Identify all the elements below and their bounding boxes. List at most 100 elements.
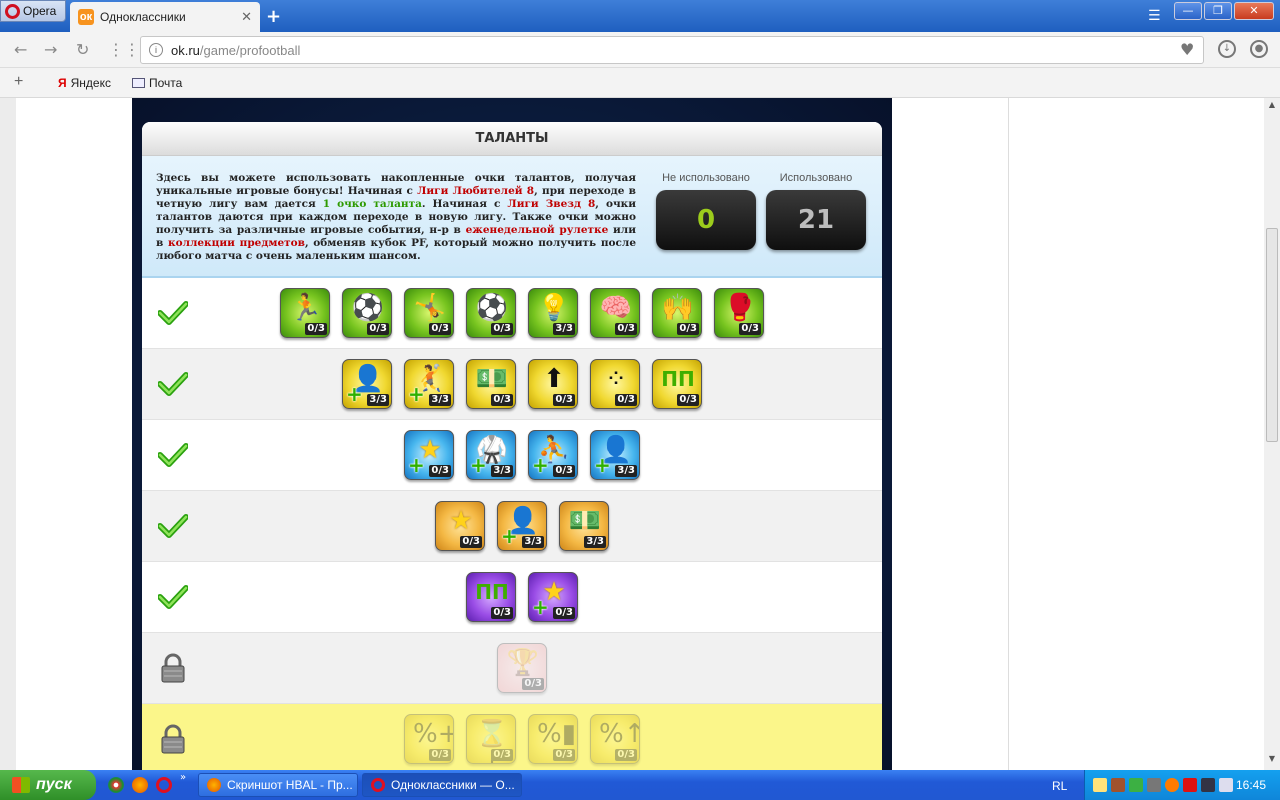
download-icon[interactable]: ↓ (1218, 40, 1236, 58)
sliding-player-plus-icon[interactable]: 🤾 +3/3 (404, 359, 454, 409)
forward-icon[interactable]: → (44, 40, 57, 59)
plus-badge-icon: + (594, 453, 611, 477)
checkmark-icon (158, 301, 188, 325)
athlete-icon[interactable]: 🙌 0/3 (652, 288, 702, 338)
talent-glyph: %+ (413, 719, 453, 749)
reload-icon[interactable]: ↻ (76, 40, 89, 59)
add-bookmark-icon[interactable]: + (14, 73, 23, 91)
quicklaunch-more-icon[interactable]: » (180, 772, 186, 783)
firefox-icon[interactable] (132, 777, 148, 793)
start-button[interactable]: пуск (0, 770, 96, 800)
talent-count: 3/3 (615, 465, 637, 477)
bookmark-mail[interactable]: Почта (132, 76, 182, 90)
account-icon[interactable]: ● (1250, 40, 1268, 58)
chrome-icon[interactable] (108, 777, 124, 793)
percent-arrow-up-icon: %↑0/3 (590, 714, 640, 764)
talent-glyph: ⚽ (475, 293, 509, 323)
checkmark-icon (158, 514, 188, 538)
tray-shield-icon[interactable] (1129, 778, 1143, 792)
player-plus-icon[interactable]: 👤 +3/3 (342, 359, 392, 409)
player-plus-icon[interactable]: 👤 +3/3 (497, 501, 547, 551)
money-plus-icon[interactable]: 💵 0/3 (466, 359, 516, 409)
collection-link[interactable]: коллекции предметов (168, 237, 305, 249)
talent-row: 🏃 0/3 ⚽ 0/3 🤸 0/3 ⚽ 0/3 💡 3/3 🧠 0/3 🙌 0/3 🥊 0/3 (142, 278, 882, 349)
bookmarks-bar: + Я Яндекс Почта (0, 68, 1280, 98)
player-plus-icon[interactable]: 👤 +3/3 (590, 430, 640, 480)
talent-count: 0/3 (460, 536, 482, 548)
site-info-icon[interactable]: i (149, 43, 163, 57)
dots-formation-icon[interactable]: ⁘ 0/3 (590, 359, 640, 409)
talent-glyph: ПП (475, 580, 509, 604)
tab-menu-icon[interactable]: ☰ (1148, 8, 1161, 24)
minimize-icon[interactable]: — (1174, 2, 1202, 20)
kick-plus-icon[interactable]: 🥋 +3/3 (466, 430, 516, 480)
plus-badge-icon: + (501, 524, 518, 548)
star-icon[interactable]: ★ 0/3 (435, 501, 485, 551)
talent-glyph: ⬆ (543, 364, 565, 394)
language-indicator[interactable]: RL (1052, 779, 1067, 793)
money-minus-icon[interactable]: 💵 3/3 (559, 501, 609, 551)
maximize-icon[interactable]: ❐ (1204, 2, 1232, 20)
brain-head-icon[interactable]: 🧠 0/3 (590, 288, 640, 338)
page-content: ▲ ▼ ТАЛАНТЫ Здесь вы можете использовать… (0, 98, 1280, 770)
new-tab-icon[interactable]: + (266, 6, 281, 27)
taskbar-item-opera[interactable]: Одноклассники — О... (362, 773, 522, 797)
scroll-up-icon[interactable]: ▲ (1266, 100, 1278, 112)
talent-count: 0/3 (677, 323, 699, 335)
talent-count: 0/3 (491, 323, 513, 335)
close-tab-icon[interactable]: ✕ (241, 9, 252, 25)
start-label: пуск (36, 776, 72, 793)
unused-points-value: 0 (656, 190, 756, 250)
tray-network-icon[interactable] (1201, 778, 1215, 792)
used-label: Использовано (779, 172, 853, 184)
bookmark-heart-icon[interactable]: ♥ (1180, 40, 1194, 59)
star-plus-icon[interactable]: ★ +0/3 (404, 430, 454, 480)
talent-row: ★ +0/3 🥋 +3/3 ⛹ +0/3 👤 +3/3 (142, 420, 882, 491)
running-player-icon[interactable]: 🏃 0/3 (280, 288, 330, 338)
page-scrollbar[interactable]: ▲ ▼ (1264, 98, 1280, 770)
talent-count: 3/3 (584, 536, 606, 548)
lightbulb-icon[interactable]: 💡 3/3 (528, 288, 578, 338)
opera-icon[interactable] (156, 777, 172, 793)
league-link[interactable]: Лиги Звезд 8 (507, 198, 595, 210)
pp-icon[interactable]: ПП 0/3 (466, 572, 516, 622)
back-icon[interactable]: ← (14, 40, 27, 59)
taskbar-item-firefox[interactable]: Скриншот HBAL - Пр... (198, 773, 358, 797)
tray-volume-icon[interactable] (1219, 778, 1233, 792)
pp-icon[interactable]: ПП 0/3 (652, 359, 702, 409)
tray-orange-icon[interactable] (1165, 778, 1179, 792)
opera-menu-button[interactable]: Opera (0, 0, 66, 22)
close-window-icon[interactable]: ✕ (1234, 2, 1274, 20)
boxing-gloves-icon[interactable]: 🥊 0/3 (714, 288, 764, 338)
talent-count: 0/3 (367, 323, 389, 335)
shooting-player-icon[interactable]: 🤸 0/3 (404, 288, 454, 338)
tray-box-icon[interactable] (1111, 778, 1125, 792)
address-bar[interactable]: i ok.ru/game/profootball (140, 36, 1204, 64)
kicking-player-icon[interactable]: ⚽ 0/3 (342, 288, 392, 338)
talent-count: 0/3 (305, 323, 327, 335)
talent-count: 3/3 (491, 465, 513, 477)
tray-monitor-icon[interactable] (1147, 778, 1161, 792)
opera-menu-label: Opera (23, 4, 57, 18)
tray-red-icon[interactable] (1183, 778, 1197, 792)
star-plus-icon[interactable]: ★ +0/3 (528, 572, 578, 622)
tab-odnoklassniki[interactable]: ок Одноклассники ✕ (70, 2, 260, 32)
talent-count: 0/3 (553, 465, 575, 477)
scroll-down-icon[interactable]: ▼ (1266, 754, 1278, 766)
game-frame: ТАЛАНТЫ Здесь вы можете использовать нак… (132, 98, 892, 770)
clock: 16:45 (1236, 778, 1267, 792)
tackle-plus-icon[interactable]: ⛹ +0/3 (528, 430, 578, 480)
league-link[interactable]: Лиги Любителей 8 (417, 185, 534, 197)
talent-row: ★ 0/3 👤 +3/3 💵 3/3 (142, 491, 882, 562)
tray-folder-icon[interactable] (1093, 778, 1107, 792)
talent-count: 3/3 (367, 394, 389, 406)
dribbling-player-icon[interactable]: ⚽ 0/3 (466, 288, 516, 338)
green-arrow-up-icon[interactable]: ⬆ 0/3 (528, 359, 578, 409)
scroll-thumb[interactable] (1266, 228, 1278, 442)
roulette-link[interactable]: еженедельной рулетке (466, 224, 609, 236)
bookmark-yandex[interactable]: Я Яндекс (58, 76, 111, 90)
talent-count: 0/3 (553, 607, 575, 619)
intro-text: Здесь вы можете использовать накопленные… (156, 172, 637, 262)
task-label: Скриншот HBAL - Пр... (227, 778, 353, 792)
talent-glyph: 🏃 (289, 293, 323, 323)
